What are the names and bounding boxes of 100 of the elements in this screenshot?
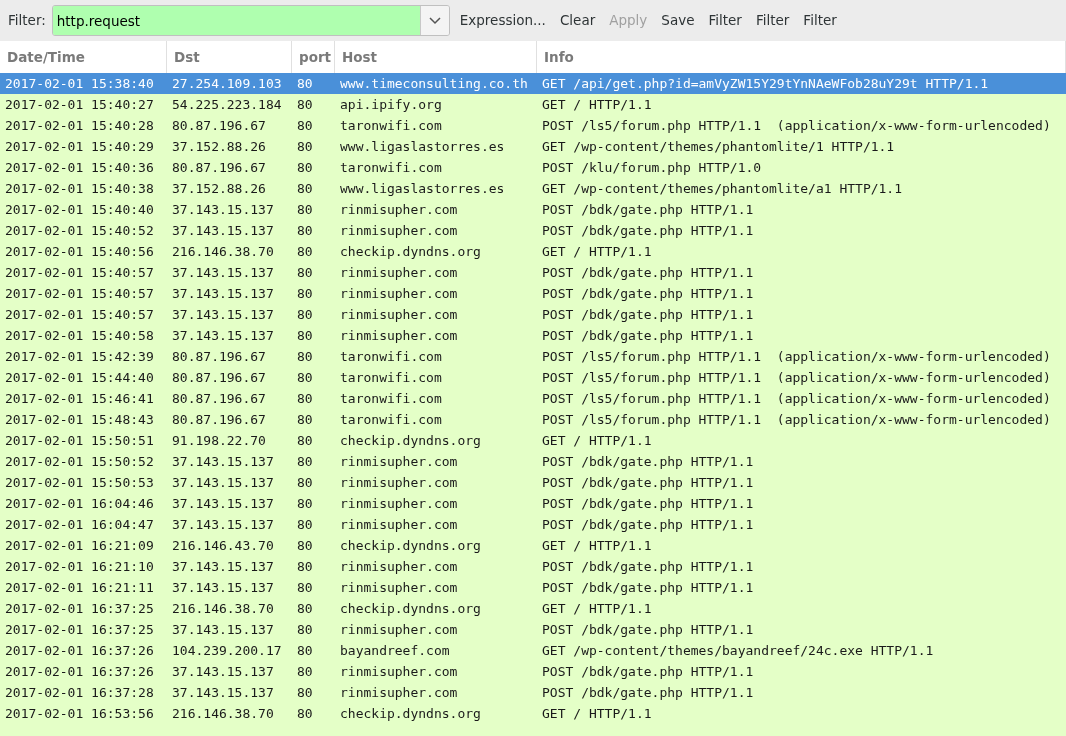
table-cell-text: rinmisupher.com: [339, 578, 459, 597]
table-cell-text: POST /bdk/gate.php HTTP/1.1: [541, 557, 755, 576]
table-cell-text: 80: [296, 389, 314, 408]
table-cell-text: 2017-02-01 16:04:47: [4, 515, 155, 534]
toolbar-button[interactable]: Clear: [555, 6, 600, 35]
table-cell-text: www.ligaslastorres.es: [339, 179, 506, 198]
table-cell-text: 37.143.15.137: [171, 452, 275, 471]
table-cell-text: 80: [296, 74, 314, 93]
table-cell-text: rinmisupher.com: [339, 326, 459, 345]
table-cell-text: taronwifi.com: [339, 116, 443, 135]
table-cell-text: rinmisupher.com: [339, 305, 459, 324]
table-cell-text: POST /klu/forum.php HTTP/1.0: [541, 158, 763, 177]
table-cell-text: 80: [296, 536, 314, 555]
table-cell-text: rinmisupher.com: [339, 452, 459, 471]
table-cell-text: 91.198.22.70: [171, 431, 267, 450]
table-cell-text: 2017-02-01 15:40:36: [4, 158, 155, 177]
table-cell-text: 80: [296, 179, 314, 198]
table-cell-text: 80: [296, 494, 314, 513]
table-cell-text: 2017-02-01 16:21:10: [4, 557, 155, 576]
table-cell-text: 2017-02-01 15:50:52: [4, 452, 155, 471]
table-cell-text: 80: [296, 410, 314, 429]
table-cell-text: 37.143.15.137: [171, 284, 275, 303]
table-cell-text: 2017-02-01 16:37:26: [4, 641, 155, 660]
table-cell-text: 37.143.15.137: [171, 683, 275, 702]
table-cell-text: rinmisupher.com: [339, 263, 459, 282]
table-cell-text: 2017-02-01 15:46:41: [4, 389, 155, 408]
table-cell-text: GET /wp-content/themes/bayandreef/24c.exe HTTP/1.1: [541, 641, 935, 660]
table-cell-text: 2017-02-01 15:42:39: [4, 347, 155, 366]
table-cell-text: 37.143.15.137: [171, 494, 275, 513]
table-cell-text: POST /bdk/gate.php HTTP/1.1: [541, 452, 755, 471]
table-cell-text: rinmisupher.com: [339, 683, 459, 702]
table-cell-text: rinmisupher.com: [339, 662, 459, 681]
table-cell-text: 2017-02-01 15:40:27: [4, 95, 155, 114]
table-cell-text: 37.143.15.137: [171, 221, 275, 240]
table-cell-text: taronwifi.com: [339, 158, 443, 177]
table-cell-text: rinmisupher.com: [339, 557, 459, 576]
table-cell-text: 37.143.15.137: [171, 557, 275, 576]
table-cell-text: 2017-02-01 16:37:25: [4, 620, 155, 639]
toolbar-button[interactable]: Expression...: [455, 6, 550, 35]
table-cell-text: 80: [296, 116, 314, 135]
table-cell-text: taronwifi.com: [339, 347, 443, 366]
table-cell-text: 2017-02-01 16:21:09: [4, 536, 155, 555]
table-cell-text: POST /ls5/forum.php HTTP/1.1 (application/x-www-form-urlencoded): [541, 347, 1052, 366]
table-cell-text: 2017-02-01 15:38:40: [4, 74, 155, 93]
table-cell-text: 80.87.196.67: [171, 347, 267, 366]
filter-label: Filter:: [8, 11, 46, 31]
table-cell-text: 216.146.38.70: [171, 242, 275, 261]
table-cell-text: 80: [296, 473, 314, 492]
table-cell-text: POST /bdk/gate.php HTTP/1.1: [541, 578, 755, 597]
table-cell-text: 80: [296, 620, 314, 639]
toolbar-button[interactable]: Save: [657, 6, 699, 35]
table-cell-text: 2017-02-01 16:37:28: [4, 683, 155, 702]
table-cell-text: 37.143.15.137: [171, 263, 275, 282]
table-cell-text: 37.143.15.137: [171, 473, 275, 492]
table-cell-text: POST /bdk/gate.php HTTP/1.1: [541, 620, 755, 639]
table-cell-text: 37.143.15.137: [171, 620, 275, 639]
table-cell-text: 80: [296, 158, 314, 177]
table-cell-text: 2017-02-01 15:44:40: [4, 368, 155, 387]
table-cell-text: www.ligaslastorres.es: [339, 137, 506, 156]
table-cell-text: 2017-02-01 16:04:46: [4, 494, 155, 513]
table-cell-text: 80: [296, 515, 314, 534]
table-cell-text: 80: [296, 221, 314, 240]
table-cell-text: 37.152.88.26: [171, 179, 267, 198]
table-cell-text: rinmisupher.com: [339, 473, 459, 492]
table-cell-text: rinmisupher.com: [339, 620, 459, 639]
table-cell-text: taronwifi.com: [339, 368, 443, 387]
table-cell-text: 80: [296, 284, 314, 303]
toolbar-button[interactable]: Filter: [751, 6, 794, 35]
table-cell-text: 80: [296, 263, 314, 282]
toolbar-button[interactable]: Filter: [799, 6, 841, 35]
table-cell-text: checkip.dyndns.org: [339, 431, 482, 450]
table-cell-text: checkip.dyndns.org: [339, 704, 482, 723]
table-cell-text: 37.143.15.137: [171, 515, 275, 534]
table-cell-text: 37.143.15.137: [171, 326, 275, 345]
toolbar-button[interactable]: Filter: [704, 6, 746, 35]
table-cell-text: 80: [296, 326, 314, 345]
table-cell-text: POST /bdk/gate.php HTTP/1.1: [541, 515, 755, 534]
table-cell-text: 80: [296, 662, 314, 681]
table-cell-text: rinmisupher.com: [339, 284, 459, 303]
table-cell-text: POST /bdk/gate.php HTTP/1.1: [541, 221, 755, 240]
table-cell-text: GET / HTTP/1.1: [541, 95, 653, 114]
table-cell-text: 37.152.88.26: [171, 137, 267, 156]
table-cell-text: GET /wp-content/themes/phantomlite/a1 HTTP/1.1: [541, 179, 904, 198]
table-cell-text: POST /bdk/gate.php HTTP/1.1: [541, 683, 755, 702]
table-cell-text: GET / HTTP/1.1: [541, 704, 653, 723]
table-cell-text: 2017-02-01 16:21:11: [4, 578, 155, 597]
table-cell-text: 37.143.15.137: [171, 662, 275, 681]
table-cell-text: 37.143.15.137: [171, 200, 275, 219]
table-cell-text: 80: [296, 347, 314, 366]
table-cell-text: 2017-02-01 15:40:57: [4, 305, 155, 324]
table-cell-text: 37.143.15.137: [171, 578, 275, 597]
table-cell-text: 37.143.15.137: [171, 305, 275, 324]
table-cell-text: POST /bdk/gate.php HTTP/1.1: [541, 305, 755, 324]
table-cell-text: 2017-02-01 16:53:56: [4, 704, 155, 723]
table-cell-text: POST /bdk/gate.php HTTP/1.1: [541, 200, 755, 219]
table-cell-text: POST /ls5/forum.php HTTP/1.1 (application/x-www-form-urlencoded): [541, 389, 1052, 408]
table-cell-text: 80: [296, 200, 314, 219]
table-cell-text: 2017-02-01 15:50:53: [4, 473, 155, 492]
table-cell-text: 216.146.38.70: [171, 704, 275, 723]
table-cell-text: checkip.dyndns.org: [339, 536, 482, 555]
